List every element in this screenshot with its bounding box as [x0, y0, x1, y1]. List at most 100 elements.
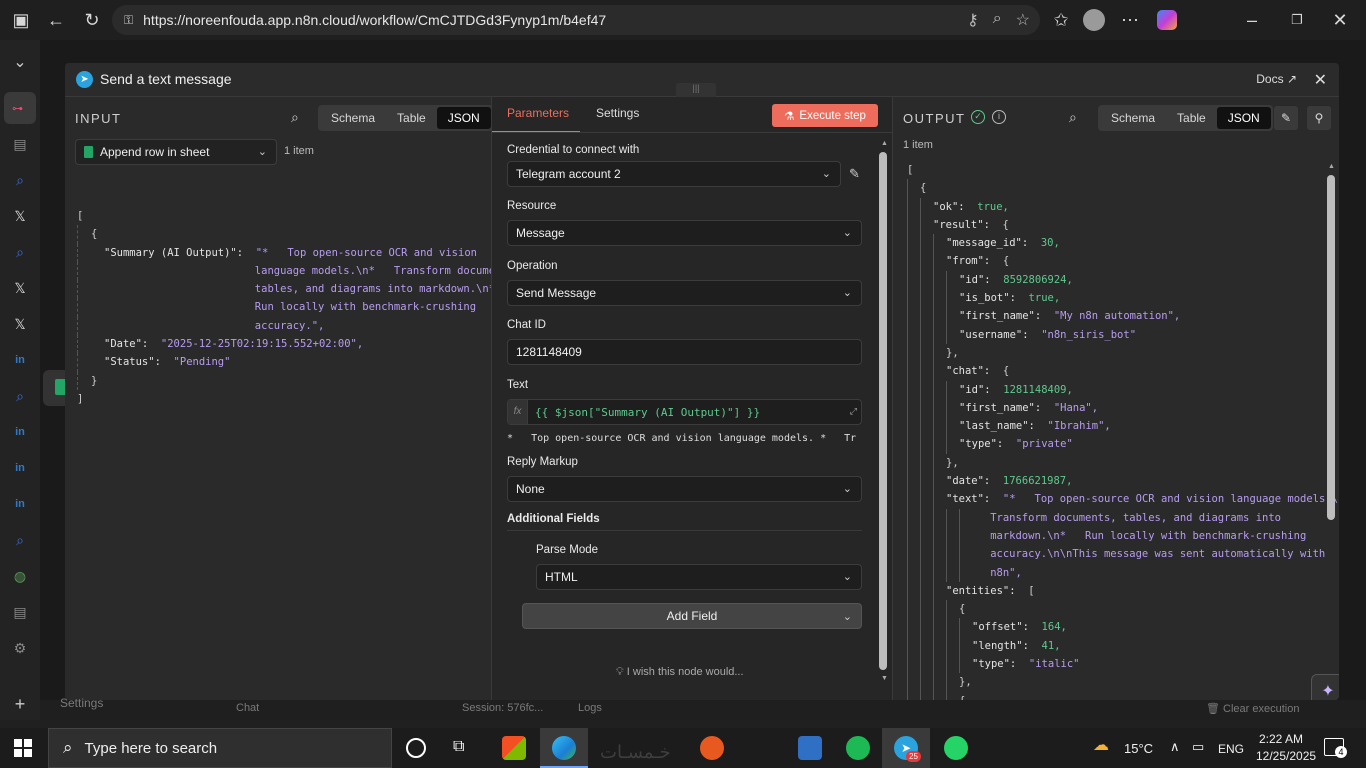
operation-select[interactable]: Send Message ⌄ [507, 280, 862, 306]
favorite-star-icon[interactable]: ☆ [1016, 10, 1030, 30]
close-icon[interactable]: ✕ [1314, 70, 1327, 90]
site-info-icon[interactable]: ⚿ [124, 13, 133, 28]
whatsapp-icon[interactable] [944, 736, 968, 760]
ai-assistant-button[interactable]: ✦ [1311, 674, 1339, 700]
edge-taskbar-item[interactable] [540, 728, 588, 768]
reply-markup-select[interactable]: None ⌄ [507, 476, 862, 502]
url-text[interactable]: https://noreenfouda.app.n8n.cloud/workfl… [143, 12, 606, 28]
tab-table[interactable]: Table [386, 107, 437, 129]
params-scrollbar[interactable]: ▲ ▼ [879, 140, 888, 683]
clear-execution-button[interactable]: 🗑︎ Clear execution [1206, 702, 1299, 715]
item-count: 1 item [903, 139, 933, 151]
telegram-icon: ➤ [76, 71, 93, 88]
info-icon[interactable]: i [992, 110, 1006, 124]
favorites-icon[interactable]: ✩ [1045, 4, 1077, 36]
parse-mode-select[interactable]: HTML ⌄ [536, 564, 862, 590]
maximize-button[interactable]: ❐ [1281, 4, 1313, 36]
network-icon[interactable]: ▭ [1192, 739, 1204, 755]
search-tab-icon-2[interactable]: ⌕ [10, 242, 30, 262]
search-tab-icon-4[interactable]: ⌕ [10, 530, 30, 550]
window-close-button[interactable]: ✕ [1324, 4, 1356, 36]
tab-json[interactable]: JSON [436, 107, 491, 129]
tab-icon-1[interactable]: ▤ [10, 134, 30, 154]
store-icon[interactable] [502, 736, 526, 760]
scroll-up-icon[interactable]: ▲ [1328, 163, 1335, 170]
search-icon[interactable]: ⌕ [291, 109, 299, 126]
tab-schema[interactable]: Schema [1100, 107, 1166, 129]
back-button[interactable]: ← [40, 4, 72, 36]
output-scrollbar[interactable]: ▲ [1327, 163, 1335, 698]
scroll-thumb[interactable] [1327, 175, 1335, 520]
tab-schema[interactable]: Schema [320, 107, 386, 129]
reload-button[interactable]: ↻ [76, 4, 108, 36]
edit-output-icon[interactable]: ✎ [1274, 106, 1298, 130]
docs-link[interactable]: Docs ↗ [1256, 72, 1297, 86]
password-key-icon[interactable]: ⚷ [967, 10, 979, 30]
search-icon[interactable]: ⌕ [1069, 109, 1077, 126]
text-preview: * Top open-source OCR and vision languag… [507, 433, 857, 444]
search-tab-icon-3[interactable]: ⌕ [10, 386, 30, 406]
firefox-icon[interactable] [700, 736, 724, 760]
tab-icon-2[interactable]: ▤ [10, 602, 30, 622]
bottom-settings-label[interactable]: Settings [60, 696, 103, 710]
drag-handle[interactable]: ||| [676, 83, 716, 97]
cortana-icon[interactable] [406, 738, 426, 758]
expand-icon[interactable]: ⤢ [850, 406, 857, 417]
weather-temp[interactable]: 15°C [1124, 741, 1153, 756]
tab-json[interactable]: JSON [1216, 107, 1271, 129]
tab-parameters[interactable]: Parameters [507, 106, 569, 120]
tab-settings[interactable]: Settings [596, 106, 639, 120]
new-tab-plus-icon[interactable]: + [10, 694, 30, 714]
execute-step-button[interactable]: ⚗ Execute step [772, 104, 878, 127]
tab-table[interactable]: Table [1166, 107, 1217, 129]
search-tab-icon[interactable]: ⌕ [10, 170, 30, 190]
x-tab-icon-3[interactable]: 𝕏 [10, 314, 30, 334]
source-node-select[interactable]: Append row in sheet ⌄ [75, 139, 277, 165]
taskbar-search[interactable]: ⌕ Type here to search [48, 728, 392, 768]
collapse-chevron-icon[interactable]: ⌄ [10, 52, 30, 72]
chat-label[interactable]: Chat [236, 702, 259, 714]
linkedin-tab-icon-3[interactable]: in [10, 458, 30, 478]
linkedin-tab-icon-2[interactable]: in [10, 422, 30, 442]
notification-center-icon[interactable]: 4 [1324, 738, 1347, 758]
linkedin-tab-icon[interactable]: in [10, 350, 30, 370]
linkedin-tab-icon-4[interactable]: in [10, 494, 30, 514]
pin-icon[interactable]: ⚲ [1307, 106, 1331, 130]
tab-switcher-icon[interactable]: ▣ [5, 4, 37, 36]
edit-credential-icon[interactable]: ✎ [849, 166, 860, 182]
windows-start-icon[interactable] [14, 739, 32, 757]
x-tab-icon-2[interactable]: 𝕏 [10, 278, 30, 298]
scroll-down-icon[interactable]: ▼ [881, 675, 888, 682]
minimize-button[interactable]: – [1236, 4, 1268, 36]
spotify-icon[interactable] [846, 736, 870, 760]
task-view-icon[interactable]: ⧉ [453, 738, 464, 756]
address-bar[interactable]: ⚿ https://noreenfouda.app.n8n.cloud/work… [112, 5, 1040, 35]
text-expression-input[interactable]: fx {{ $json["Summary (AI Output)"] }} ⤢ [507, 399, 862, 425]
globe-tab-icon[interactable]: ◍ [10, 566, 30, 586]
scroll-up-icon[interactable]: ▲ [881, 140, 888, 147]
json-punct: [ [77, 210, 84, 222]
profile-avatar[interactable] [1083, 9, 1105, 31]
credential-select[interactable]: Telegram account 2 ⌄ [507, 161, 841, 187]
more-options-icon[interactable]: ⋯ [1114, 4, 1146, 36]
language-indicator[interactable]: ENG [1218, 742, 1244, 756]
feedback-link[interactable]: 💡︎ I wish this node would... [616, 666, 744, 679]
zoom-icon[interactable]: ⌕ [993, 10, 1002, 30]
clock-time: 2:22 AM [1258, 732, 1304, 746]
n8n-tab[interactable]: ⊶ [4, 92, 36, 124]
tray-overflow-icon[interactable]: ∧ [1170, 739, 1180, 755]
scroll-thumb[interactable] [879, 152, 887, 670]
weather-icon[interactable]: ☁ [1093, 735, 1109, 755]
x-tab-icon[interactable]: 𝕏 [10, 206, 30, 226]
copilot-icon[interactable] [1157, 10, 1177, 30]
settings-tab-icon[interactable]: ⚙ [10, 638, 30, 658]
logs-label[interactable]: Logs [578, 702, 602, 714]
clock[interactable]: 2:22 AM 12/25/2025 [1256, 731, 1316, 765]
json-key: "Summary (AI Output)": [104, 246, 256, 259]
add-field-button[interactable]: Add Field ⌄ [522, 603, 862, 629]
json-string: "Hana", [1053, 401, 1099, 414]
telegram-taskbar-item[interactable]: ➤ 25 [882, 728, 930, 768]
chat-id-input[interactable]: 1281148409 [507, 339, 862, 365]
resource-select[interactable]: Message ⌄ [507, 220, 862, 246]
news-app-icon[interactable] [798, 736, 822, 760]
